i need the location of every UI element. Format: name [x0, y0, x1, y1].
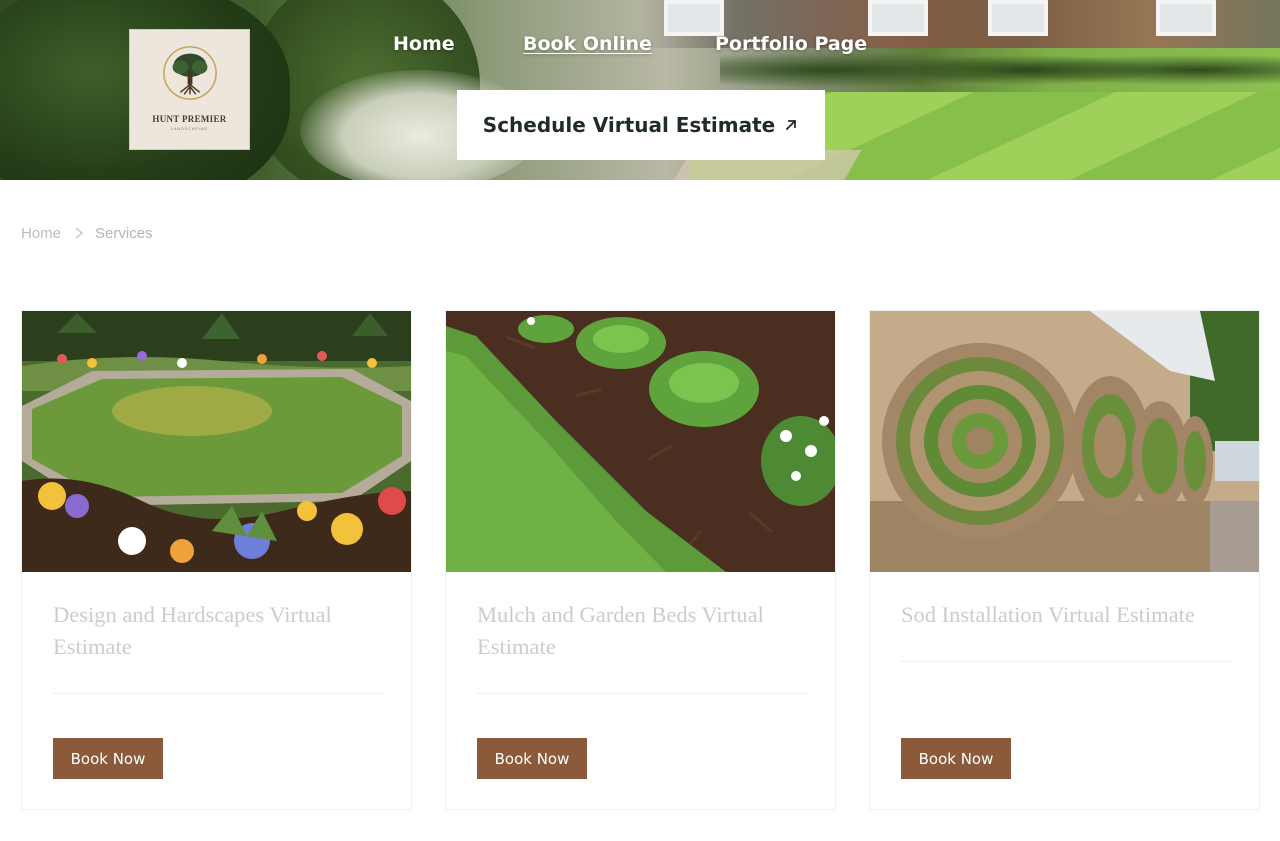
nav-item-home[interactable]: Home [393, 33, 455, 55]
nav-item-portfolio[interactable]: Portfolio Page [715, 33, 867, 55]
site-header: HUNT PREMIER LANDSCAPING Home Book Onlin… [0, 0, 1280, 180]
site-logo[interactable]: HUNT PREMIER LANDSCAPING [129, 29, 250, 150]
tree-logo-icon [162, 46, 217, 100]
service-title[interactable]: Design and Hardscapes Virtual Estimate [53, 599, 393, 663]
service-title[interactable]: Sod Installation Virtual Estimate [901, 599, 1241, 631]
service-card: Mulch and Garden Beds Virtual Estimate B… [445, 310, 836, 810]
logo-name: HUNT PREMIER [152, 114, 227, 124]
card-divider [477, 693, 807, 694]
breadcrumb: Home Services [21, 224, 153, 242]
house-window [664, 0, 724, 36]
house-window [1156, 0, 1216, 36]
chevron-right-icon [75, 227, 83, 239]
breadcrumb-home[interactable]: Home [21, 225, 61, 242]
service-card: Sod Installation Virtual Estimate Book N… [869, 310, 1260, 810]
service-card: Design and Hardscapes Virtual Estimate B… [21, 310, 412, 810]
service-image-sod-installation[interactable] [870, 311, 1259, 572]
house-window [988, 0, 1048, 36]
schedule-virtual-estimate-button[interactable]: Schedule Virtual Estimate [457, 90, 825, 160]
arrow-up-right-icon [785, 119, 797, 131]
logo-subtitle: LANDSCAPING [170, 126, 209, 131]
book-now-button[interactable]: Book Now [477, 738, 587, 779]
service-image-mulch-garden-beds[interactable] [446, 311, 835, 572]
nav-item-book-online[interactable]: Book Online [523, 33, 652, 55]
service-title[interactable]: Mulch and Garden Beds Virtual Estimate [477, 599, 817, 663]
card-divider [901, 661, 1231, 662]
house-window [868, 0, 928, 36]
cta-label: Schedule Virtual Estimate [482, 113, 776, 137]
service-image-design-hardscapes[interactable] [22, 311, 411, 572]
book-now-button[interactable]: Book Now [901, 738, 1011, 779]
card-divider [53, 693, 383, 694]
breadcrumb-current: Services [95, 224, 153, 242]
book-now-button[interactable]: Book Now [53, 738, 163, 779]
